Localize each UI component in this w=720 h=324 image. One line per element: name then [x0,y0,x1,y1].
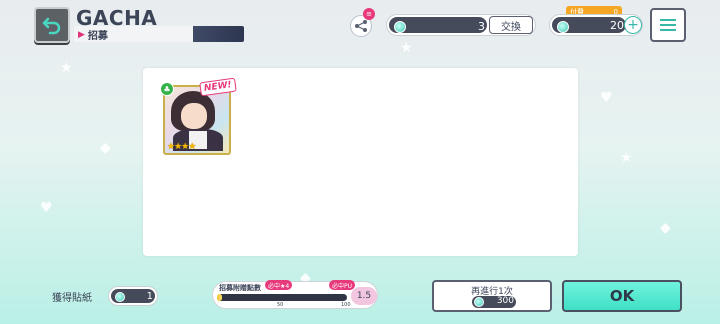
back-button[interactable] [34,7,70,43]
add-currency-button[interactable]: + [624,16,642,34]
free-currency-pill: 3 [389,17,487,33]
gauge-tag-4star: 必中★4 [265,280,293,290]
retry-cost-count: 300 [496,296,514,306]
star-deco-icon: ★ [60,60,73,76]
diamond-deco-icon: ◆ [100,140,111,156]
paid-currency-box: 20 + [549,14,643,36]
back-arrow-icon [42,17,61,35]
sticker-pill: 1 [108,286,158,306]
page-subtitle: 招募 [87,31,108,42]
sticker-reward: 獲得貼紙 1 [42,286,158,306]
gauge-tick-100: 100 [341,302,351,308]
gauge-track [217,294,347,301]
sticker-label: 獲得貼紙 [52,293,92,304]
free-currency-count: 3 [478,20,485,33]
star-deco-icon: ★ [400,40,413,56]
notification-badge: ≡ [363,8,375,20]
gauge-fill [217,294,223,301]
gauge-tag-pickup: 必中PU [329,280,356,290]
bonus-point-gauge: 招募附贈點數 必中★4 必中PU 50 100 1.5 [212,280,378,309]
paid-currency-pill: 20 [552,17,626,33]
star-deco-icon: ★ [620,150,633,166]
card-art-face [181,103,207,129]
free-currency-box: 3 交換 [386,14,536,36]
menu-button[interactable] [650,8,686,42]
diamond-deco-icon: ◆ [660,220,671,236]
exchange-button[interactable]: 交換 [489,16,533,34]
gauge-tick-50: 50 [277,302,284,308]
retry-gacha-button[interactable]: 再進行1次 300 [432,280,552,312]
rarity-stars: ★★★★ [167,142,196,152]
sticker-count: 1 [146,291,153,302]
ok-button[interactable]: OK [562,280,682,312]
menu-icon-line [660,19,676,21]
paid-currency-count: 20 [610,19,624,32]
gauge-label: 招募附贈點數 [219,284,261,292]
sticker-icon [115,292,125,302]
gem-icon [557,21,569,33]
star-gem-icon [394,21,406,33]
heart-deco-icon: ♥ [40,200,53,216]
gacha-result-panel: ★★★★ ♣ NEW! [143,68,578,256]
breadcrumb: ▶ 招募 [78,27,108,43]
menu-icon-line [660,24,676,26]
character-card[interactable]: ★★★★ [163,85,231,155]
heart-deco-icon: ♥ [600,90,613,106]
sticker-pill-inner: 1 [111,289,155,303]
gauge-multiplier: 1.5 [351,287,377,305]
menu-icon-line [660,29,676,31]
retry-cost: 300 [472,296,516,308]
triangle-icon: ▶ [78,29,85,40]
gem-icon [474,297,484,307]
share-icon [355,20,367,32]
pure-attribute-icon: ♣ [160,82,174,96]
